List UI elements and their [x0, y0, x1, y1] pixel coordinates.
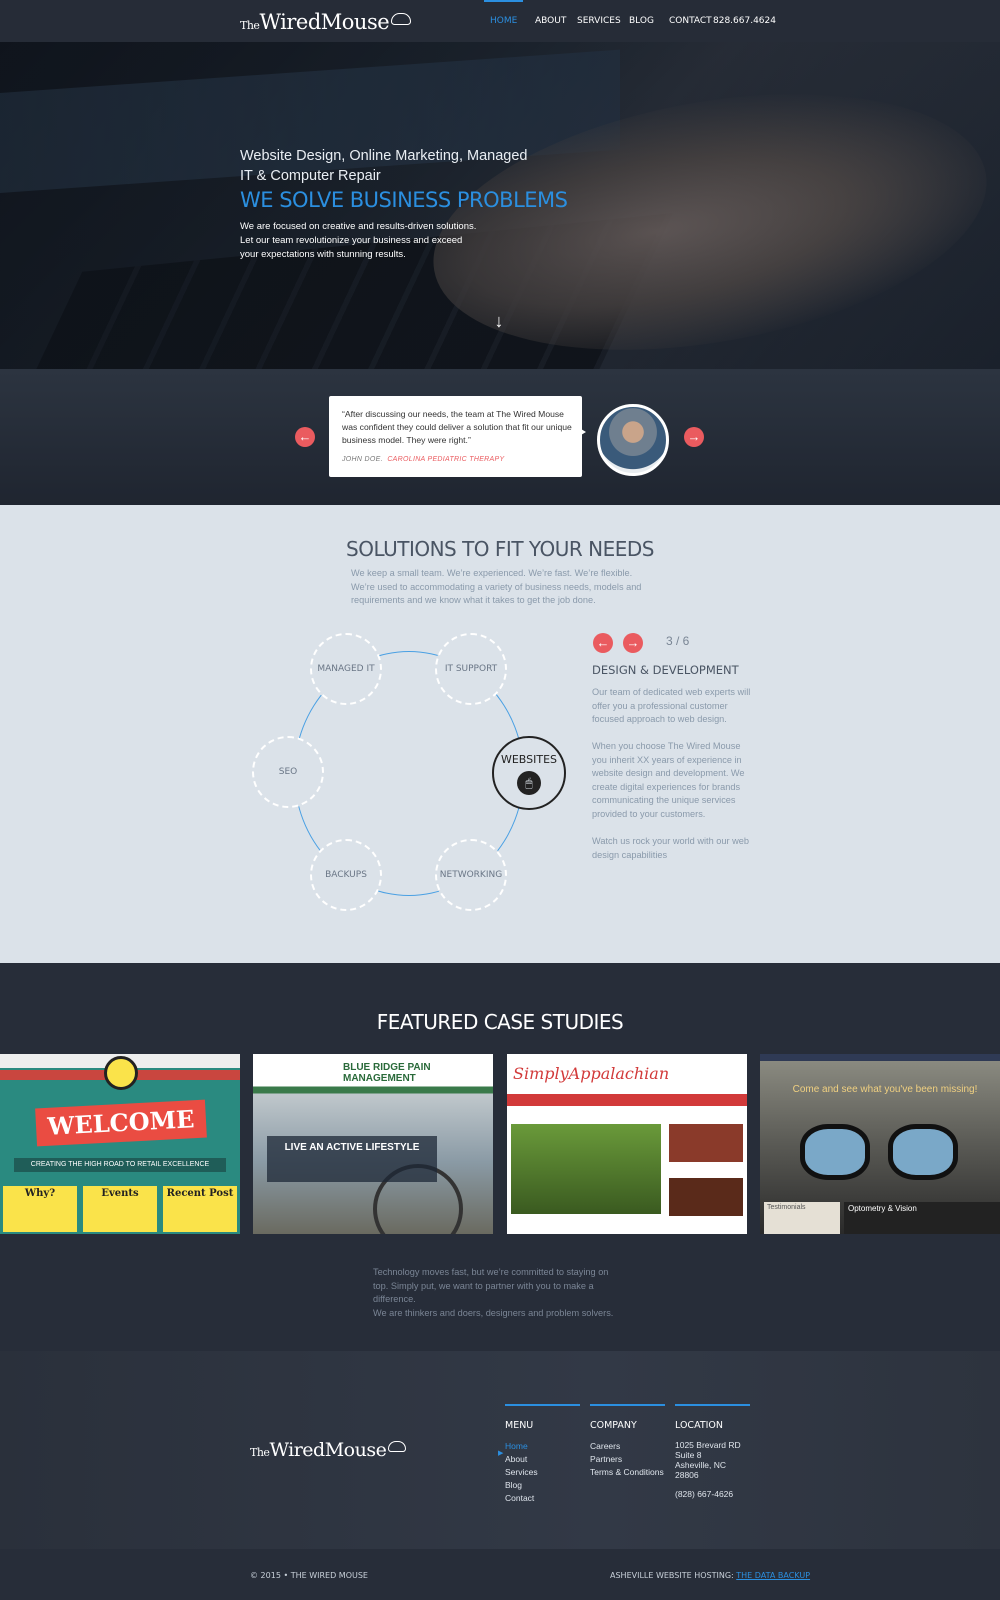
- detail-paragraph-1: Our team of dedicated web experts will o…: [592, 687, 751, 724]
- mouse-icon: [388, 1441, 407, 1452]
- footer-link-blog[interactable]: Blog: [505, 1479, 580, 1492]
- testimonial-section: ← “After discussing our needs, the team …: [0, 369, 1000, 505]
- node-seo[interactable]: SEO: [252, 736, 324, 808]
- hero-subtitle: Website Design, Online Marketing, Manage…: [240, 148, 528, 184]
- case-study-thumb-4[interactable]: Come and see what you've been missing! T…: [760, 1054, 1000, 1234]
- footer-link-contact[interactable]: Contact: [505, 1492, 580, 1505]
- quote-author: JOHN DOE. CAROLINA PEDIATRIC THERAPY: [342, 456, 505, 463]
- nav-contact[interactable]: CONTACT: [669, 0, 712, 42]
- footer-logo[interactable]: TheWiredMouse: [250, 1439, 407, 1461]
- footer-menu: MENU ▶ Home About Services Blog Contact: [498, 1404, 580, 1505]
- nav-home[interactable]: HOME: [484, 0, 524, 42]
- hero-description: We are focused on creative and results-d…: [240, 221, 477, 260]
- case-studies-text: Technology moves fast, but we’re committ…: [373, 1267, 614, 1318]
- footer-link-services[interactable]: Services: [505, 1466, 580, 1479]
- mouse-icon: [391, 13, 412, 25]
- node-networking[interactable]: NETWORKING: [435, 839, 507, 911]
- footer-link-partners[interactable]: Partners: [590, 1453, 665, 1466]
- footer-link-terms[interactable]: Terms & Conditions: [590, 1466, 665, 1479]
- testimonial-next-button[interactable]: →: [684, 427, 704, 447]
- testimonial-prev-button[interactable]: ←: [295, 427, 315, 447]
- case-study-thumb-1[interactable]: WELCOME CREATING THE HIGH ROAD TO RETAIL…: [0, 1054, 240, 1234]
- node-it-support[interactable]: IT SUPPORT: [435, 633, 507, 705]
- hero-title: WE SOLVE BUSINESS PROBLEMS: [240, 188, 568, 212]
- page: TheWiredMouse HOME ABOUT SERVICES BLOG C…: [0, 0, 1000, 1600]
- quote-box: “After discussing our needs, the team at…: [329, 396, 586, 477]
- footer: TheWiredMouse MENU ▶ Home About Services…: [0, 1351, 1000, 1549]
- sun-logo-icon: [104, 1056, 138, 1090]
- avatar: [597, 404, 669, 476]
- case-studies-section: FEATURED CASE STUDIES WELCOME CREATING T…: [0, 963, 1000, 1351]
- bottom-bar: © 2015 • THE WIRED MOUSE ASHEVILLE WEBSI…: [0, 1549, 1000, 1600]
- detail-paragraph-2: When you choose The Wired Mouse you inhe…: [592, 741, 745, 819]
- hosting-credit: ASHEVILLE WEBSITE HOSTING: THE DATA BACK…: [610, 1571, 811, 1580]
- quote-company: CAROLINA PEDIATRIC THERAPY: [387, 456, 505, 463]
- arrow-down-icon[interactable]: ↓: [491, 312, 507, 332]
- nav-services[interactable]: SERVICES: [577, 0, 621, 42]
- footer-company: COMPANY Careers Partners Terms & Conditi…: [590, 1404, 665, 1479]
- copyright: © 2015 • THE WIRED MOUSE: [250, 1571, 368, 1580]
- glasses-icon: [800, 1124, 960, 1184]
- tagline: CREATING THE HIGH ROAD TO RETAIL EXCELLE…: [14, 1158, 226, 1172]
- triangle-icon: ▶: [498, 1450, 504, 1457]
- case-study-thumb-2[interactable]: BLUE RIDGE PAIN MANAGEMENT LIVE AN ACTIV…: [253, 1054, 493, 1234]
- footer-location: LOCATION 1025 Brevard RD Suite 8 Ashevil…: [675, 1404, 750, 1501]
- detail-paragraph-3: Watch us rock your world with our web de…: [592, 836, 749, 860]
- solutions-description: We keep a small team. We’re experienced.…: [351, 568, 642, 605]
- node-managed-it[interactable]: MANAGED IT: [310, 633, 382, 705]
- mouse-icon: 🖱: [517, 771, 541, 795]
- slide-counter: 3 / 6: [666, 634, 690, 648]
- footer-phone[interactable]: (828) 667-4626: [675, 1488, 750, 1501]
- solutions-section: SOLUTIONS TO FIT YOUR NEEDS We keep a sm…: [0, 505, 1000, 963]
- nav-phone[interactable]: 828.667.4624: [713, 0, 776, 42]
- welcome-banner: WELCOME: [35, 1099, 207, 1147]
- solutions-title: SOLUTIONS TO FIT YOUR NEEDS: [346, 537, 654, 561]
- logo[interactable]: TheWiredMouse: [240, 10, 412, 34]
- case-study-thumb-3[interactable]: SimplyAppalachian: [507, 1054, 747, 1234]
- detail-title: DESIGN & DEVELOPMENT: [592, 663, 739, 677]
- quote-text: “After discussing our needs, the team at…: [342, 409, 572, 445]
- top-nav: TheWiredMouse HOME ABOUT SERVICES BLOG C…: [0, 0, 1000, 42]
- nav-about[interactable]: ABOUT: [535, 0, 566, 42]
- case-studies-title: FEATURED CASE STUDIES: [376, 1010, 624, 1034]
- node-backups[interactable]: BACKUPS: [310, 839, 382, 911]
- footer-link-home[interactable]: Home: [505, 1440, 580, 1453]
- nav-blog[interactable]: BLOG: [629, 0, 654, 42]
- solutions-prev-button[interactable]: ←: [593, 633, 613, 653]
- node-websites[interactable]: WEBSITES 🖱: [492, 736, 566, 810]
- hero: Website Design, Online Marketing, Manage…: [0, 42, 1000, 369]
- solutions-next-button[interactable]: →: [623, 633, 643, 653]
- archer-photo: [511, 1124, 661, 1214]
- footer-link-about[interactable]: About: [505, 1453, 580, 1466]
- hosting-link[interactable]: THE DATA BACKUP: [736, 1571, 810, 1580]
- brand: BLUE RIDGE PAIN MANAGEMENT: [343, 1062, 431, 1084]
- footer-link-careers[interactable]: Careers: [590, 1440, 665, 1453]
